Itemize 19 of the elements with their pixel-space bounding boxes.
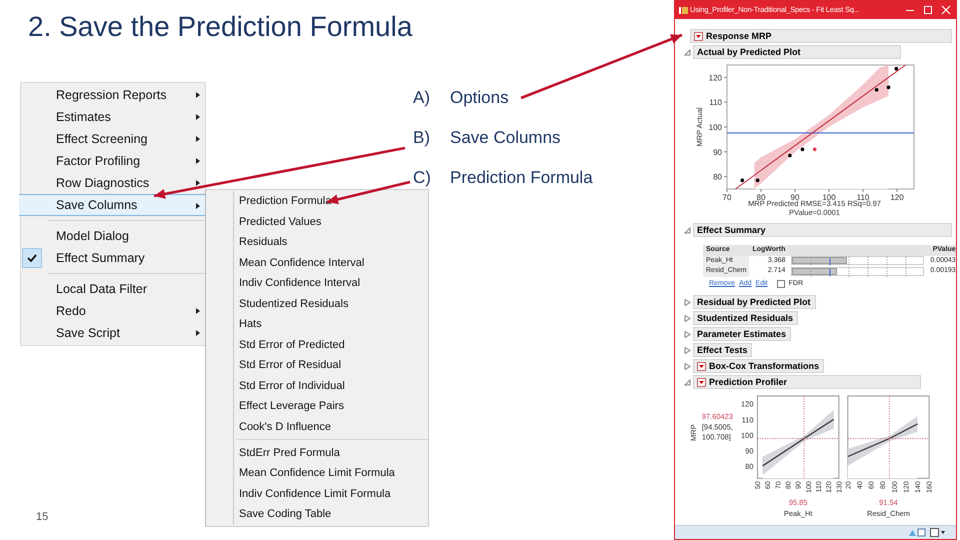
tick-label: 110 [856,193,870,202]
tick-label: 100 [822,193,836,202]
tick-label: 120 [890,193,904,202]
tick-label: 80 [713,172,722,182]
tick-label: 90 [790,193,800,202]
step-text: Prediction Formula [450,167,593,189]
step-marker: B) [413,127,431,149]
tick-label: 70 [722,193,732,202]
step-text: Options [450,87,509,109]
step-marker: C) [413,167,432,189]
slide-title: 2. Save the Prediction Formula [28,12,412,43]
page-number: 15 [36,510,48,525]
tick-label: 80 [756,193,766,202]
tick-label: 100 [708,123,722,132]
step-marker: A) [413,87,431,109]
tick-label: 110 [709,98,722,108]
tick-label: 90 [713,148,722,157]
tick-label: 120 [708,73,722,82]
step-text: Save Columns [450,127,561,149]
